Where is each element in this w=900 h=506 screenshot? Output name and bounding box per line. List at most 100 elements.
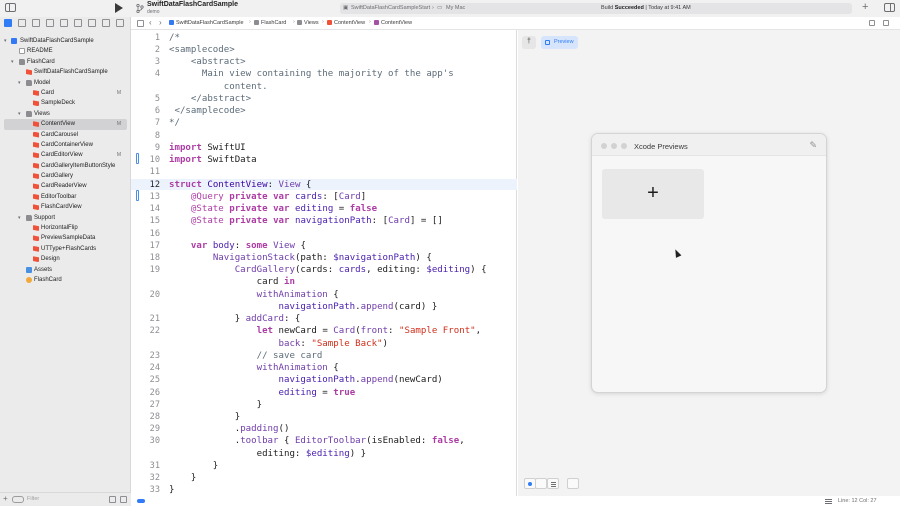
warning-icon[interactable] [60, 19, 68, 27]
add-card-button[interactable]: + [602, 169, 704, 219]
breadcrumb-symbol[interactable]: ContentView [374, 20, 412, 26]
file-tree: ▾ SwiftDataFlashCardSample README ▾ Flas… [0, 36, 131, 285]
chevron-down-icon[interactable]: ▾ [4, 36, 7, 46]
tree-item-assets[interactable]: Assets [0, 265, 131, 275]
plus-icon: + [647, 182, 659, 204]
tree-item-contentview[interactable]: ContentView M [4, 119, 127, 130]
tree-item-cardcarousel[interactable]: CardCarousel [0, 130, 131, 140]
chevron-down-icon[interactable]: ▾ [18, 213, 21, 223]
line-number: 5 [154, 94, 160, 104]
tree-item-label: EditorToolbar [41, 193, 77, 200]
add-icon[interactable]: + [862, 1, 868, 13]
folder-icon[interactable] [4, 19, 12, 27]
tree-item-cardcontainerview[interactable]: CardContainerView [0, 140, 131, 150]
activity-bar[interactable]: ▣ SwiftDataFlashCardSampleStart › ▭ My M… [340, 3, 852, 14]
tree-item-previewsampledata[interactable]: PreviewSampleData [0, 233, 131, 243]
tree-item-cardeditorview[interactable]: CardEditorView M [0, 150, 131, 160]
project-icon [169, 20, 174, 25]
pin-button[interactable]: † [522, 36, 536, 49]
editor-options-icon[interactable] [869, 20, 875, 26]
tree-item-support-folder[interactable]: ▾ Support [0, 213, 131, 223]
debug-icon[interactable] [88, 19, 96, 27]
breadcrumb-views[interactable]: Views [297, 20, 319, 26]
tree-item-label: CardContainerView [41, 141, 93, 148]
modified-badge: M [116, 89, 121, 96]
tree-item-flashcard-app[interactable]: FlashCard [0, 275, 131, 285]
line-number: 28 [149, 412, 160, 422]
recent-files-icon[interactable] [109, 496, 116, 503]
breadcrumb-file[interactable]: ContentView [327, 20, 365, 26]
scheme-name[interactable]: SwiftDataFlashCardSampleStart [351, 5, 430, 11]
test-icon[interactable] [74, 19, 82, 27]
tree-item-views-folder[interactable]: ▾ Views [0, 109, 131, 119]
code-line: import SwiftUI [169, 143, 246, 153]
tree-item-flashcardview[interactable]: FlashCardView [0, 202, 131, 212]
tree-item-design[interactable]: Design [0, 254, 131, 264]
line-number: 21 [149, 314, 160, 324]
folder-icon [26, 79, 32, 86]
search-icon[interactable] [46, 19, 54, 27]
destination-name[interactable]: My Mac [446, 5, 465, 11]
tree-item-label: Assets [34, 266, 53, 273]
filter-options-icon[interactable] [12, 496, 24, 503]
bookmark-icon[interactable] [32, 19, 40, 27]
line-number: 20 [149, 290, 160, 300]
add-file-icon[interactable]: + [3, 494, 8, 503]
related-items-icon[interactable] [137, 20, 144, 27]
source-control-icon[interactable] [18, 19, 26, 27]
run-button[interactable] [115, 3, 123, 13]
preview-window-title: Xcode Previews [634, 142, 688, 151]
minimize-window-icon[interactable] [611, 143, 617, 149]
line-number: 7 [154, 118, 160, 128]
pencil-icon[interactable]: ✎ [809, 140, 817, 151]
project-subtitle: demo [147, 9, 160, 15]
line-number: 11 [149, 167, 160, 177]
breadcrumb-folder[interactable]: FlashCard [254, 20, 286, 26]
debug-area-toggle-icon[interactable] [137, 499, 145, 503]
tab-preview[interactable]: Preview [541, 36, 578, 49]
source-control-filter-icon[interactable] [120, 496, 127, 503]
filter-input[interactable]: Filter [27, 496, 39, 502]
line-number: 10 [149, 155, 160, 165]
line-number: 4 [154, 69, 160, 79]
tree-item-model-folder[interactable]: ▾ Model [0, 78, 131, 88]
swift-file-icon [33, 245, 39, 252]
chevron-down-icon[interactable]: ▾ [11, 57, 14, 67]
inspector-toggle-icon[interactable] [884, 3, 895, 12]
chevron-right-icon: › [249, 19, 251, 25]
variants-button[interactable] [547, 478, 559, 489]
device-settings-button[interactable] [567, 478, 579, 489]
chevron-down-icon[interactable]: ▾ [18, 109, 21, 119]
tree-item-app-file[interactable]: SwiftDataFlashCardSample [0, 67, 131, 77]
breadcrumb-project[interactable]: SwiftDataFlashCardSample [169, 20, 244, 26]
code-line: Main view containing the majority of the… [169, 69, 454, 79]
tree-item-horizontalflip[interactable]: HorizontalFlip [0, 223, 131, 233]
tree-item-buttonstyle[interactable]: CardGalleryItemButtonStyle [0, 161, 131, 171]
zoom-window-icon[interactable] [621, 143, 627, 149]
swift-file-icon [33, 204, 39, 211]
struct-icon [374, 20, 379, 25]
tree-item-label: FlashCard [34, 276, 62, 283]
tree-item-card[interactable]: Card M [0, 88, 131, 98]
add-editor-icon[interactable] [883, 20, 889, 26]
tree-item-cardgallery[interactable]: CardGallery [0, 171, 131, 181]
chevron-down-icon[interactable]: ▾ [18, 78, 21, 88]
forward-icon[interactable]: › [159, 18, 162, 27]
report-icon[interactable] [116, 19, 124, 27]
tree-item-editortoolbar[interactable]: EditorToolbar [0, 192, 131, 202]
tree-item-sampledeck[interactable]: SampleDeck [0, 98, 131, 108]
close-window-icon[interactable] [601, 143, 607, 149]
breakpoint-icon[interactable] [102, 19, 110, 27]
tree-item-uttype[interactable]: UTType+FlashCards [0, 244, 131, 254]
tree-item-project[interactable]: ▾ SwiftDataFlashCardSample [0, 36, 131, 46]
tree-item-label: SwiftDataFlashCardSample [34, 69, 108, 76]
line-number: 14 [149, 204, 160, 214]
selectable-preview-button[interactable] [535, 478, 547, 489]
back-icon[interactable]: ‹ [149, 18, 152, 27]
navigator-toggle-icon[interactable] [5, 3, 16, 12]
tree-item-cardreaderview[interactable]: CardReaderView [0, 181, 131, 191]
line-number: 29 [149, 424, 160, 434]
tree-item-flashcard-folder[interactable]: ▾ FlashCard [0, 57, 131, 67]
code-line: @State private var navigationPath: [Card… [190, 216, 443, 226]
tree-item-readme[interactable]: README [0, 46, 131, 56]
